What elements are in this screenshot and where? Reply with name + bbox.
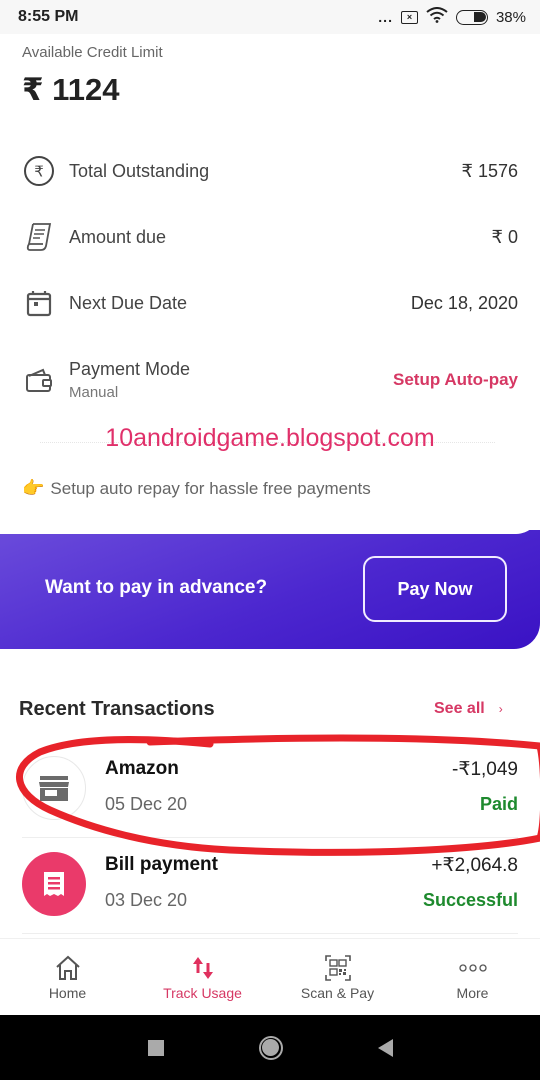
- store-icon: [22, 756, 86, 820]
- bottom-navigation: Home Track Usage Scan & Pay More: [0, 938, 540, 1015]
- more-icon: [458, 955, 487, 981]
- see-all-label[interactable]: See all: [434, 700, 485, 718]
- wallet-icon: [22, 363, 56, 397]
- transaction-date: 05 Dec 20: [105, 794, 188, 814]
- setup-autopay-link[interactable]: Setup Auto-pay: [393, 370, 518, 390]
- status-icons: ... × 38%: [378, 7, 526, 27]
- transaction-row[interactable]: Bill payment 03 Dec 20 +₹2,064.8 Success…: [22, 840, 518, 934]
- transaction-name: Amazon: [105, 758, 179, 779]
- credit-limit-label: Available Credit Limit: [22, 44, 163, 61]
- total-outstanding-value: ₹ 1576: [461, 160, 519, 181]
- divider: [22, 933, 518, 934]
- next-due-date-label: Next Due Date: [69, 292, 188, 313]
- bill-icon: [22, 852, 86, 916]
- nav-more[interactable]: More: [405, 939, 540, 1015]
- next-due-date-row: Next Due Date Dec 18, 2020: [22, 283, 518, 323]
- nav-home[interactable]: Home: [0, 939, 135, 1015]
- wifi-icon: [426, 7, 448, 27]
- transaction-name: Bill payment: [105, 854, 218, 875]
- card-corner: [0, 510, 540, 534]
- total-outstanding-row: ₹ Total Outstanding ₹ 1576: [22, 151, 518, 191]
- total-outstanding-label: Total Outstanding: [69, 160, 210, 181]
- amount-due-row: Amount due ₹ 0: [22, 217, 518, 257]
- status-bar: 8:55 PM ... × 38%: [0, 0, 540, 34]
- nav-track-usage[interactable]: Track Usage: [135, 939, 270, 1015]
- transaction-row[interactable]: Amazon 05 Dec 20 -₹1,049 Paid: [22, 744, 518, 838]
- pointing-hand-icon: 👉: [22, 478, 45, 498]
- autopay-tip: 👉 Setup auto repay for hassle free payme…: [22, 478, 371, 499]
- next-due-date-value: Dec 18, 2020: [410, 292, 518, 313]
- credit-limit-value: ₹ 1124: [22, 72, 120, 107]
- home-button[interactable]: [258, 1035, 283, 1060]
- pay-advance-banner: Want to pay in advance? Pay Now: [0, 510, 540, 650]
- track-usage-icon: [191, 955, 215, 981]
- home-icon: [54, 955, 82, 981]
- battery-icon: [455, 9, 488, 25]
- recent-transactions-title: Recent Transactions: [19, 698, 215, 720]
- transaction-amount: -₹1,049: [452, 759, 518, 780]
- amount-due-label: Amount due: [69, 226, 167, 247]
- pay-advance-text: Want to pay in advance?: [45, 577, 268, 598]
- svg-text:₹: ₹: [34, 163, 44, 181]
- system-navigation-bar: [0, 1015, 540, 1080]
- watermark-text: 10androidgame.blogspot.com: [105, 424, 435, 452]
- back-button[interactable]: [377, 1038, 393, 1057]
- transaction-status: Paid: [479, 794, 518, 814]
- transaction-amount: +₹2,064.8: [431, 855, 518, 876]
- payment-mode-text: Payment Mode Manual: [69, 359, 393, 401]
- nav-home-label: Home: [48, 985, 87, 1001]
- transaction-status: Successful: [422, 890, 518, 910]
- qr-scan-icon: [324, 955, 351, 981]
- amount-due-value: ₹ 0: [491, 226, 518, 247]
- nav-more-label: More: [456, 985, 489, 1001]
- nav-scan-pay[interactable]: Scan & Pay: [270, 939, 405, 1015]
- payment-mode-label: Payment Mode: [69, 359, 191, 379]
- pay-now-button[interactable]: Pay Now: [363, 556, 507, 622]
- receipt-icon: [22, 220, 56, 254]
- divider: [22, 837, 518, 838]
- payment-mode-row: Payment Mode Manual Setup Auto-pay: [22, 356, 518, 404]
- rupee-circle-icon: ₹: [22, 154, 56, 188]
- autopay-tip-text: Setup auto repay for hassle free payment…: [50, 478, 371, 498]
- more-notifications-icon: ...: [378, 9, 393, 25]
- payment-mode-value: Manual: [69, 384, 119, 401]
- transaction-date: 03 Dec 20: [105, 890, 188, 910]
- nav-scan-pay-label: Scan & Pay: [300, 985, 375, 1001]
- chevron-right-icon[interactable]: ›: [499, 702, 503, 716]
- see-all-link[interactable]: See all ›: [434, 700, 503, 718]
- sim-x-icon: ×: [400, 10, 418, 24]
- battery-percent: 38%: [495, 8, 526, 26]
- nav-track-usage-label: Track Usage: [163, 985, 242, 1001]
- calendar-icon: [22, 286, 56, 320]
- status-time: 8:55 PM: [18, 8, 79, 25]
- recent-apps-button[interactable]: [147, 1039, 164, 1056]
